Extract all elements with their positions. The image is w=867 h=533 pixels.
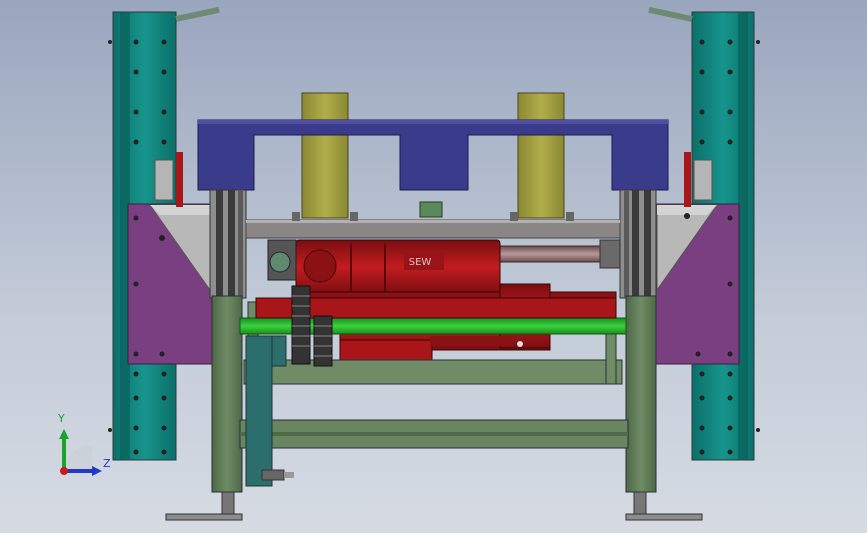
drive-shaft (479, 239, 621, 269)
cad-viewport[interactable]: SEW Y Z (0, 0, 867, 533)
y-axis-label: Y (58, 412, 65, 425)
machine-assembly-drawing: SEW (108, 6, 760, 521)
axis-triad (59, 429, 102, 476)
motor-brand-label: SEW (409, 257, 432, 268)
z-axis-label: Z (103, 457, 111, 470)
x-axis-origin (60, 467, 68, 475)
left-pulley-stack (209, 189, 247, 299)
top-beam (197, 119, 669, 191)
right-pulley-stack (619, 189, 657, 299)
